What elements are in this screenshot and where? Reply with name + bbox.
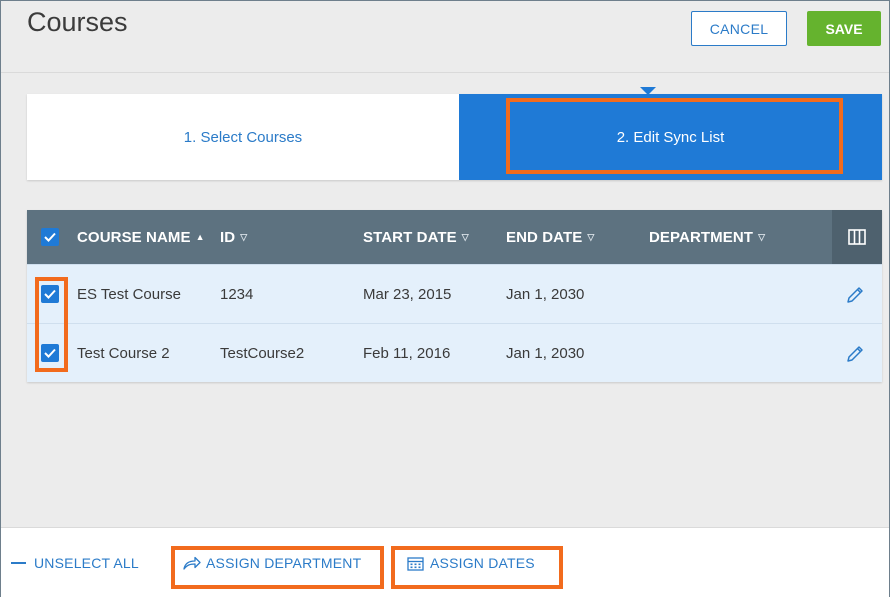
- column-label: ID: [220, 229, 235, 246]
- page-header: Courses CANCEL SAVE: [1, 1, 889, 73]
- active-step-pointer: [640, 87, 656, 95]
- course-id-cell: TestCourse2: [220, 324, 304, 383]
- row-checkbox[interactable]: [41, 285, 59, 303]
- save-button[interactable]: SAVE: [807, 11, 881, 46]
- column-department[interactable]: DEPARTMENT ▽: [649, 210, 765, 264]
- minus-icon: [11, 561, 27, 565]
- course-name-cell: ES Test Course: [77, 265, 181, 324]
- courses-table: COURSE NAME ▲ ID ▽ START DATE ▽ END DATE…: [27, 210, 882, 382]
- sort-icon: ▽: [587, 232, 594, 243]
- assign-dates-button[interactable]: ASSIGN DATES: [407, 528, 535, 597]
- table-row[interactable]: Test Course 2 TestCourse2 Feb 11, 2016 J…: [27, 323, 882, 382]
- column-label: END DATE: [506, 229, 582, 246]
- table-row[interactable]: ES Test Course 1234 Mar 23, 2015 Jan 1, …: [27, 264, 882, 323]
- window-frame: Courses CANCEL SAVE 1. Select Courses 2.…: [0, 0, 890, 597]
- column-end-date[interactable]: END DATE ▽: [506, 210, 594, 264]
- sort-icon: ▽: [462, 232, 469, 243]
- start-date-cell: Mar 23, 2015: [363, 265, 451, 324]
- cancel-button[interactable]: CANCEL: [691, 11, 787, 46]
- assign-department-button[interactable]: ASSIGN DEPARTMENT: [183, 528, 361, 597]
- column-label: DEPARTMENT: [649, 229, 753, 246]
- edit-pencil-icon[interactable]: [845, 285, 865, 305]
- checkmark-icon: [44, 232, 56, 242]
- column-label: START DATE: [363, 229, 457, 246]
- sort-icon: ▽: [240, 232, 247, 243]
- select-all-checkbox[interactable]: [41, 228, 59, 246]
- checkmark-icon: [44, 289, 56, 299]
- column-start-date[interactable]: START DATE ▽: [363, 210, 469, 264]
- checkmark-icon: [44, 348, 56, 358]
- step-select-courses[interactable]: 1. Select Courses: [27, 94, 459, 180]
- step-edit-sync-list[interactable]: 2. Edit Sync List: [459, 94, 882, 180]
- column-label: COURSE NAME: [77, 229, 191, 246]
- assign-department-label: ASSIGN DEPARTMENT: [206, 555, 361, 571]
- calendar-icon: [407, 556, 424, 571]
- edit-pencil-icon[interactable]: [845, 344, 865, 364]
- column-course-name[interactable]: COURSE NAME ▲: [77, 210, 205, 264]
- end-date-cell: Jan 1, 2030: [506, 324, 584, 383]
- columns-toggle-button[interactable]: [832, 210, 882, 264]
- page-title: Courses: [27, 7, 128, 38]
- column-id[interactable]: ID ▽: [220, 210, 247, 264]
- wizard-steps: 1. Select Courses 2. Edit Sync List: [27, 94, 882, 180]
- unselect-all-button[interactable]: UNSELECT ALL: [11, 528, 139, 597]
- course-name-cell: Test Course 2: [77, 324, 170, 383]
- columns-icon: [848, 229, 866, 245]
- sort-icon: ▽: [758, 232, 765, 243]
- course-id-cell: 1234: [220, 265, 253, 324]
- row-checkbox[interactable]: [41, 344, 59, 362]
- sort-asc-icon: ▲: [196, 232, 205, 242]
- table-header: COURSE NAME ▲ ID ▽ START DATE ▽ END DATE…: [27, 210, 882, 264]
- assign-dates-label: ASSIGN DATES: [430, 555, 535, 571]
- start-date-cell: Feb 11, 2016: [363, 324, 450, 383]
- unselect-all-label: UNSELECT ALL: [34, 555, 139, 571]
- share-arrow-icon: [183, 556, 201, 570]
- action-footer: UNSELECT ALL ASSIGN DEPARTMENT ASSIGN DA…: [1, 527, 889, 597]
- end-date-cell: Jan 1, 2030: [506, 265, 584, 324]
